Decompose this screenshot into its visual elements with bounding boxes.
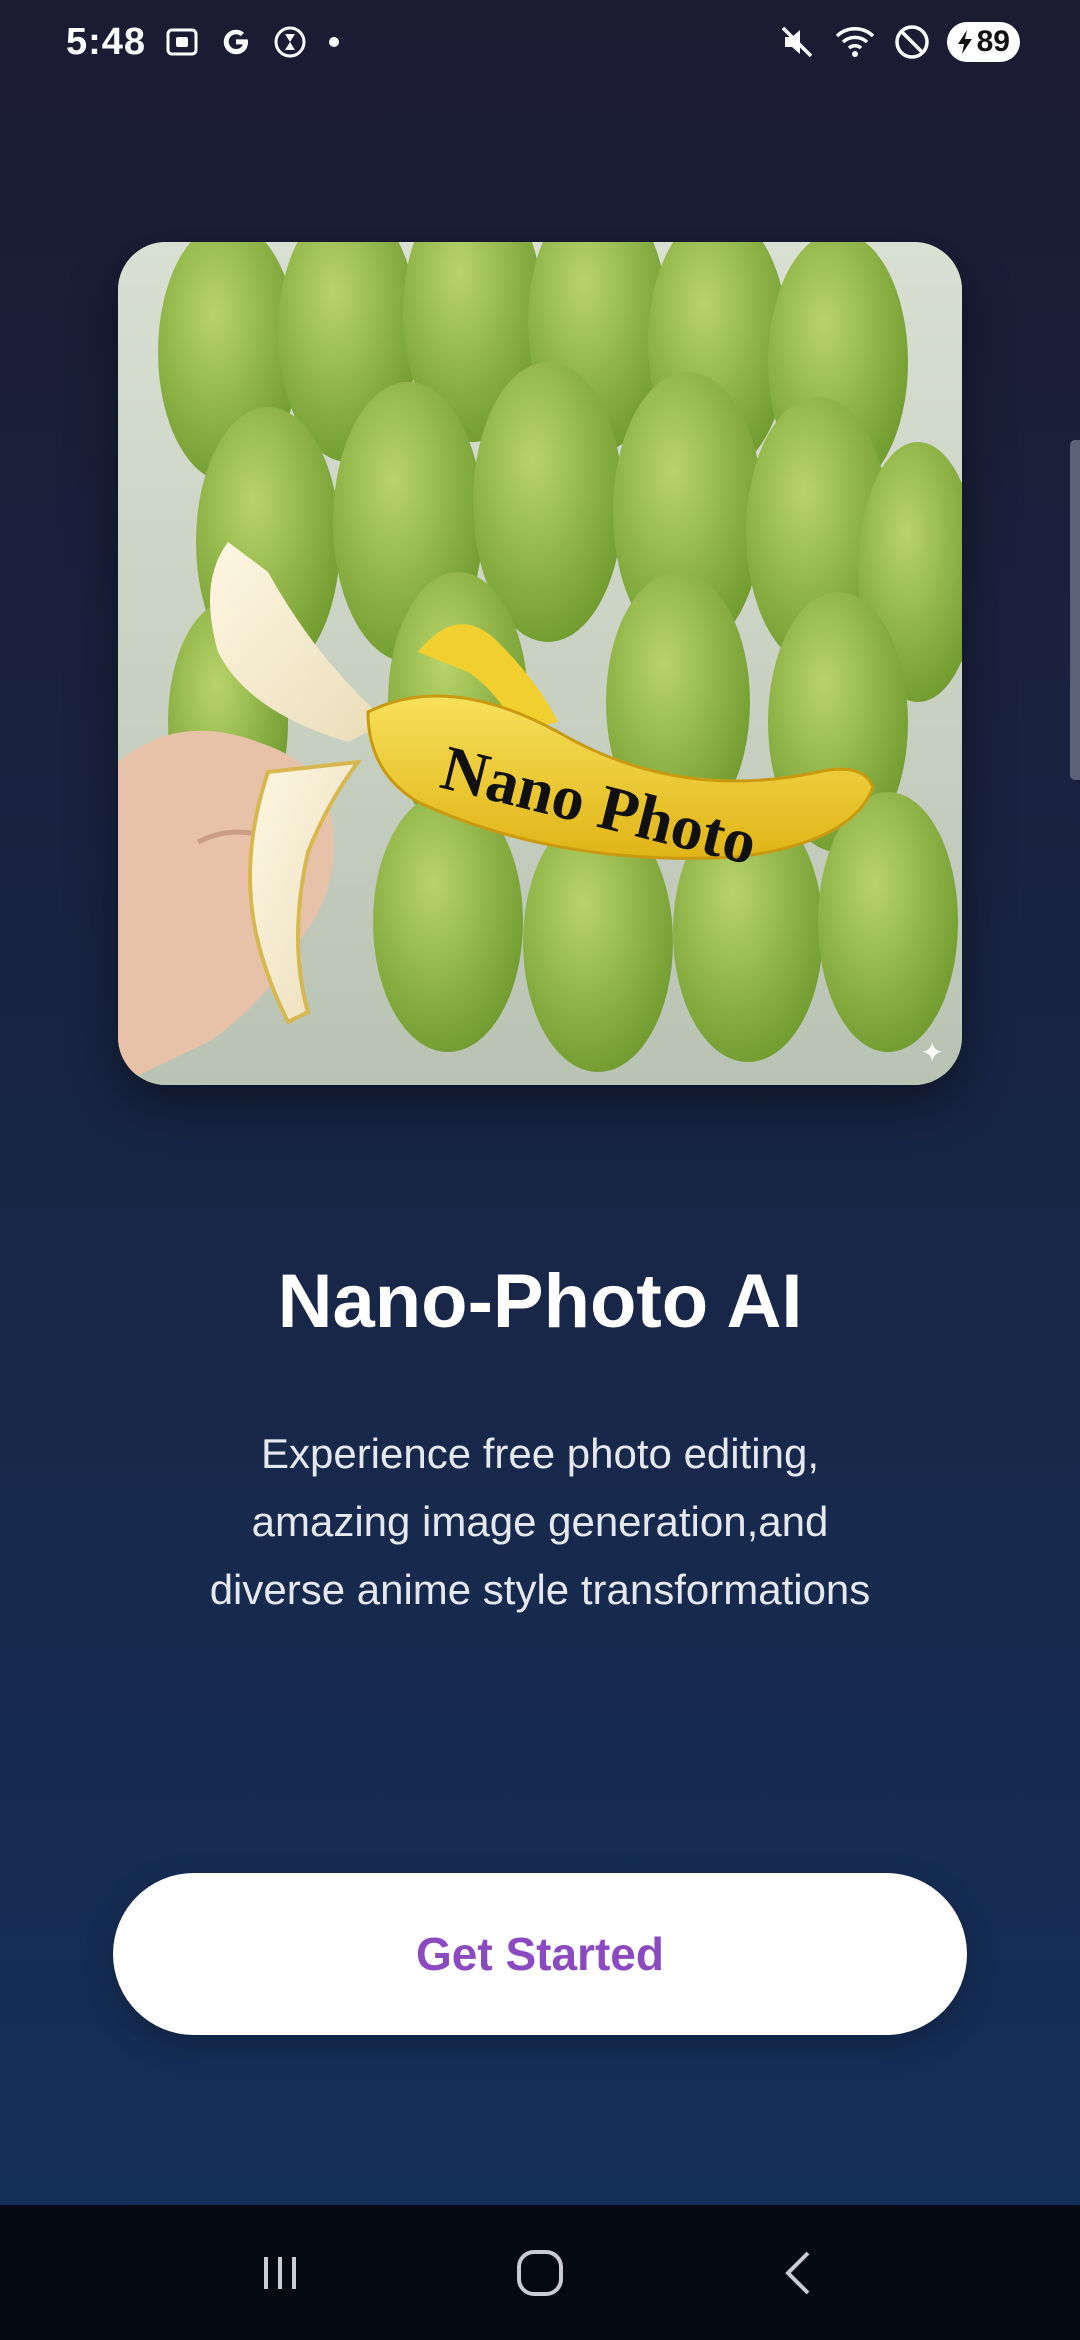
app-title: Nano-Photo AI	[277, 1259, 803, 1344]
navigation-bar	[0, 2205, 1080, 2340]
banana-illustration: Nano Photo	[118, 242, 962, 1085]
get-started-button[interactable]: Get Started	[113, 1873, 967, 2035]
wifi-icon	[833, 22, 877, 62]
battery-level: 89	[976, 25, 1010, 58]
app-description: Experience free photo editing, amazing i…	[140, 1420, 940, 1624]
back-icon	[785, 2251, 810, 2294]
scroll-indicator[interactable]	[1070, 440, 1080, 780]
back-button[interactable]	[740, 2223, 860, 2323]
description-line: Experience free photo editing,	[260, 1430, 820, 1477]
mute-icon	[777, 22, 817, 62]
recents-icon	[264, 2256, 296, 2289]
battery-indicator: 89	[946, 22, 1020, 62]
google-icon	[218, 24, 254, 60]
status-left: 5:48	[66, 21, 342, 64]
description-line: diverse anime style transformations	[209, 1566, 871, 1613]
home-button[interactable]	[480, 2223, 600, 2323]
hourglass-icon	[272, 24, 308, 60]
status-right: 89	[777, 22, 1020, 62]
status-time: 5:48	[66, 20, 147, 63]
description-line: amazing image generation,and	[251, 1498, 829, 1545]
charging-icon	[957, 30, 972, 54]
recents-button[interactable]	[220, 2223, 340, 2323]
dot-icon	[326, 34, 342, 50]
sparkle-icon: ✦	[920, 1037, 944, 1068]
do-not-disturb-icon	[893, 23, 931, 61]
screenshot-icon	[164, 24, 200, 60]
home-icon	[517, 2249, 563, 2296]
status-bar: 5:48 89	[0, 0, 1080, 84]
hero-image: Nano Photo ✦	[118, 242, 962, 1085]
